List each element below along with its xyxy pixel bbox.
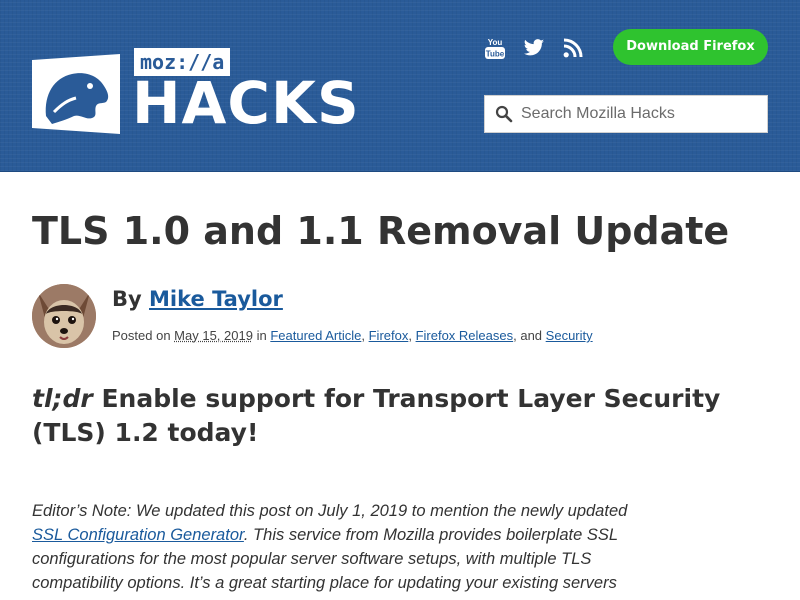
twitter-link[interactable]	[522, 36, 546, 60]
post-date: May 15, 2019	[174, 328, 253, 343]
category-link[interactable]: Firefox	[369, 328, 409, 343]
twitter-icon	[523, 39, 545, 56]
rss-link[interactable]	[562, 36, 584, 60]
avatar-image	[32, 284, 96, 348]
posted-in-text: in	[256, 328, 267, 343]
search-box[interactable]	[484, 95, 768, 133]
site-name: HACKS	[132, 69, 360, 137]
youtube-link[interactable]: You Tube	[482, 36, 508, 60]
rss-icon	[563, 38, 583, 58]
search-icon	[495, 105, 513, 123]
author-avatar[interactable]	[32, 284, 96, 348]
tldr-text: Enable support for Transport Layer Secur…	[32, 384, 721, 447]
svg-text:You: You	[488, 38, 503, 47]
post-meta: Posted on May 15, 2019 in Featured Artic…	[112, 328, 593, 343]
editor-note-text: Editor’s Note: We updated this post on J…	[32, 502, 628, 520]
article-title: TLS 1.0 and 1.1 Removal Update	[32, 209, 730, 253]
category-link[interactable]: Security	[546, 328, 593, 343]
search-input[interactable]	[521, 105, 761, 123]
and-text: , and	[513, 328, 543, 343]
site-logo[interactable]: moz://a HACKS	[32, 48, 359, 136]
youtube-icon: You Tube	[485, 38, 505, 59]
svg-text:Tube: Tube	[486, 50, 505, 59]
site-header: moz://a HACKS You Tube Download Firefox	[0, 0, 800, 172]
editor-note: Editor’s Note: We updated this post on J…	[32, 499, 632, 595]
byline-prefix: By	[112, 287, 142, 311]
ssl-config-generator-link[interactable]: SSL Configuration Generator	[32, 526, 244, 544]
category-link[interactable]: Featured Article	[270, 328, 361, 343]
tldr-heading: tl;dr Enable support for Transport Layer…	[32, 382, 772, 450]
byline: By Mike Taylor	[112, 284, 283, 314]
dino-logo-icon	[32, 54, 120, 134]
tldr-label: tl;dr	[32, 384, 93, 413]
download-firefox-button[interactable]: Download Firefox	[613, 29, 768, 65]
posted-prefix: Posted on	[112, 328, 171, 343]
category-link[interactable]: Firefox Releases	[416, 328, 514, 343]
author-link[interactable]: Mike Taylor	[149, 287, 283, 311]
